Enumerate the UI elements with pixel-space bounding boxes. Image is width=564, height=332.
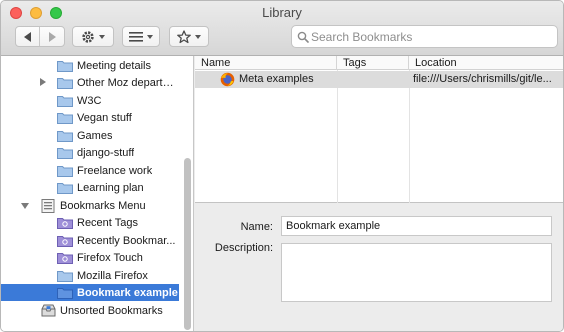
sidebar-item-django-stuff[interactable]: django-stuff: [1, 144, 179, 161]
firefox-icon: [220, 72, 235, 87]
column-header-tags[interactable]: Tags: [337, 56, 409, 70]
folder-icon: [57, 131, 73, 142]
sidebar-item-bookmark-example[interactable]: Bookmark example: [1, 284, 179, 301]
sidebar-item-learning-plan[interactable]: Learning plan: [1, 179, 179, 196]
sidebar-item-firefox-touch[interactable]: Firefox Touch: [1, 249, 179, 266]
navigation-buttons: [15, 26, 65, 47]
views-button[interactable]: [122, 26, 160, 47]
search-input[interactable]: [311, 29, 551, 44]
gear-icon: [82, 30, 94, 43]
name-label: Name:: [240, 221, 273, 233]
sidebar-item-unsorted-bookmarks[interactable]: Unsorted Bookmarks: [1, 302, 179, 319]
list-icon: [129, 31, 143, 42]
chevron-down-icon: [195, 34, 201, 39]
name-field[interactable]: [281, 216, 552, 236]
column-header-location[interactable]: Location: [409, 56, 563, 70]
bookmarks-menu-icon: [41, 198, 55, 213]
row-tags: [343, 71, 407, 88]
sidebar-item-freelance-work[interactable]: Freelance work: [1, 162, 179, 179]
import-backup-button[interactable]: [169, 26, 209, 47]
organize-button[interactable]: [72, 26, 114, 47]
chevron-down-icon: [99, 34, 105, 39]
search-icon: [297, 31, 309, 43]
smart-folder-icon: [57, 236, 73, 247]
library-window: Library Search Bookmarks Meeting details…: [0, 0, 564, 332]
folder-icon: [57, 78, 73, 89]
folder-icon: [57, 96, 73, 107]
unsorted-bookmarks-icon: [41, 304, 56, 317]
folder-icon: [57, 113, 73, 124]
sidebar-item-meeting-details[interactable]: Meeting details: [1, 57, 179, 74]
table-header: Name Tags Location: [195, 56, 563, 70]
sidebar-item-recent-tags[interactable]: Recent Tags: [1, 214, 179, 231]
title-bar: Library: [1, 1, 563, 56]
back-arrow-icon: [24, 31, 31, 42]
details-pane: Name: Description:: [195, 204, 563, 331]
folder-icon: [57, 271, 73, 282]
folder-icon: [57, 166, 73, 177]
bookmarks-table: Name Tags Location Meta examples file://…: [195, 56, 563, 203]
sidebar-item-w3c[interactable]: W3C: [1, 92, 179, 109]
column-header-name[interactable]: Name: [195, 56, 337, 70]
sidebar-item-games[interactable]: Games: [1, 127, 179, 144]
row-name: Meta examples: [239, 73, 314, 85]
sidebar-scrollbar[interactable]: [184, 158, 191, 330]
sidebar-item-vegan-stuff[interactable]: Vegan stuff: [1, 109, 179, 126]
chevron-down-icon: [147, 34, 153, 39]
forward-arrow-icon: [48, 31, 56, 42]
sidebar-tree: Meeting details Other Moz department... …: [1, 56, 194, 331]
star-icon: [177, 29, 191, 43]
folder-icon: [57, 288, 73, 299]
folder-icon: [57, 183, 73, 194]
description-label: Description:: [214, 242, 273, 254]
disclosure-triangle-icon[interactable]: [20, 201, 30, 211]
back-button[interactable]: [16, 27, 40, 46]
sidebar-item-recently-bookmarked[interactable]: Recently Bookmar...: [1, 232, 179, 249]
sidebar-item-other-moz-department[interactable]: Other Moz department...: [1, 74, 179, 91]
smart-folder-icon: [57, 218, 73, 229]
search-field[interactable]: [291, 25, 558, 48]
smart-folder-icon: [57, 253, 73, 264]
folder-icon: [57, 148, 73, 159]
window-title: Library: [262, 5, 302, 20]
sidebar-item-bookmarks-menu[interactable]: Bookmarks Menu: [1, 197, 179, 214]
row-location: file:///Users/chrismills/git/le...: [413, 73, 552, 85]
disclosure-triangle-icon[interactable]: [38, 77, 48, 87]
description-field[interactable]: [281, 243, 552, 302]
forward-button[interactable]: [40, 27, 64, 46]
table-row[interactable]: Meta examples file:///Users/chrismills/g…: [195, 71, 563, 88]
folder-icon: [57, 61, 73, 72]
sidebar-item-mozilla-firefox[interactable]: Mozilla Firefox: [1, 267, 179, 284]
